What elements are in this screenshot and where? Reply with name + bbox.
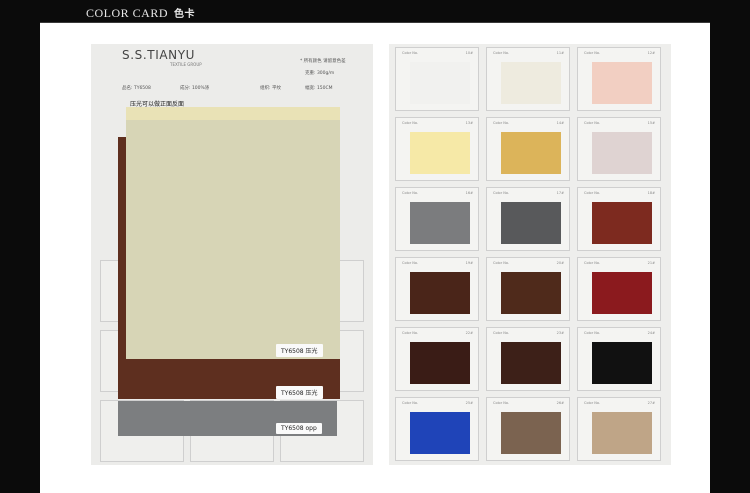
page-title-en: COLOR CARD [86, 6, 169, 20]
cell-label: Color No. [493, 51, 510, 55]
color-swatch-cell: Color No. 23# [486, 327, 570, 391]
cell-number: 13# [465, 121, 473, 125]
spec-line: 组织: 平纹 [260, 86, 281, 91]
cell-label: Color No. [402, 401, 419, 405]
cell-number: 10# [465, 51, 473, 55]
swatch-tag: TY6508 压光 [276, 344, 323, 357]
color-swatch-cell: Color No. 25# [395, 397, 479, 461]
cell-number: 11# [556, 51, 564, 55]
cell-label: Color No. [584, 121, 601, 125]
fabric-swatch [592, 342, 652, 384]
fabric-swatch [592, 272, 652, 314]
cell-number: 12# [647, 51, 655, 55]
fabric-swatch [410, 412, 470, 454]
brand-subtitle: TEXTILE GROUP [170, 62, 202, 67]
cell-label: Color No. [493, 331, 510, 335]
color-swatch-cell: Color No. 10# [395, 47, 479, 111]
fabric-swatch-cream [126, 120, 340, 359]
cell-number: 23# [556, 331, 564, 335]
fabric-swatch [501, 62, 561, 104]
fabric-swatch [592, 62, 652, 104]
cell-label: Color No. [402, 331, 419, 335]
cell-number: 27# [647, 401, 655, 405]
fabric-swatch [501, 412, 561, 454]
color-swatch-cell: Color No. 13# [395, 117, 479, 181]
color-swatch-cell: Color No. 21# [577, 257, 661, 321]
fabric-swatch [410, 202, 470, 244]
cell-number: 16# [465, 191, 473, 195]
cell-label: Color No. [493, 121, 510, 125]
cell-label: Color No. [584, 191, 601, 195]
fabric-swatch [592, 412, 652, 454]
cell-number: 14# [556, 121, 564, 125]
color-swatch-cell: Color No. 14# [486, 117, 570, 181]
cell-label: Color No. [493, 191, 510, 195]
page-title: COLOR CARD 色卡 [86, 5, 195, 21]
cell-number: 20# [556, 261, 564, 265]
color-swatch-cell: Color No. 12# [577, 47, 661, 111]
spec-line: 幅宽: 150CM [305, 86, 333, 91]
swatch-tag: TY6508 压光 [276, 386, 323, 399]
color-swatch-cell: Color No. 16# [395, 187, 479, 251]
cell-number: 25# [465, 401, 473, 405]
brand-logo: S.S.TIANYU [122, 48, 196, 62]
cell-number: 15# [647, 121, 655, 125]
swatch-header-note: 压光可以做正面反面 [130, 101, 185, 108]
cell-label: Color No. [402, 51, 419, 55]
color-swatch-cell: Color No. 26# [486, 397, 570, 461]
cell-label: Color No. [584, 51, 601, 55]
spec-line: 克重: 300g/m [305, 71, 335, 76]
cell-number: 17# [556, 191, 564, 195]
fabric-swatch [501, 342, 561, 384]
cell-number: 19# [465, 261, 473, 265]
fabric-swatch [592, 132, 652, 174]
color-swatch-cell: Color No. 17# [486, 187, 570, 251]
color-swatch-cell: Color No. 22# [395, 327, 479, 391]
color-swatch-cell: Color No. 20# [486, 257, 570, 321]
cell-label: Color No. [584, 261, 601, 265]
spec-line: 成分: 100%涤 [180, 86, 210, 91]
cell-label: Color No. [402, 261, 419, 265]
cell-label: Color No. [584, 331, 601, 335]
cell-label: Color No. [402, 121, 419, 125]
cell-number: 26# [556, 401, 564, 405]
color-swatch-cell: Color No. 24# [577, 327, 661, 391]
fabric-swatch [410, 132, 470, 174]
fabric-swatch [410, 62, 470, 104]
spec-line: 品名: TY6508 [122, 86, 151, 91]
swatch-tag: TY6508 opp [276, 423, 322, 434]
cell-number: 21# [647, 261, 655, 265]
fabric-swatch [592, 202, 652, 244]
color-swatch-cell: Color No. 15# [577, 117, 661, 181]
spec-note: * 所有颜色 请留意色差 [300, 59, 346, 64]
fabric-swatch [410, 342, 470, 384]
color-swatch-cell: Color No. 27# [577, 397, 661, 461]
cell-label: Color No. [402, 191, 419, 195]
fabric-swatch [501, 202, 561, 244]
cell-label: Color No. [493, 401, 510, 405]
page-title-cn: 色卡 [174, 9, 196, 20]
cell-number: 18# [647, 191, 655, 195]
color-swatch-cell: Color No. 19# [395, 257, 479, 321]
cell-label: Color No. [584, 401, 601, 405]
fabric-swatch [501, 132, 561, 174]
color-swatch-cell: Color No. 18# [577, 187, 661, 251]
cell-number: 22# [465, 331, 473, 335]
fabric-swatch [501, 272, 561, 314]
cell-label: Color No. [493, 261, 510, 265]
cell-number: 24# [647, 331, 655, 335]
fabric-swatch [410, 272, 470, 314]
color-swatch-cell: Color No. 11# [486, 47, 570, 111]
